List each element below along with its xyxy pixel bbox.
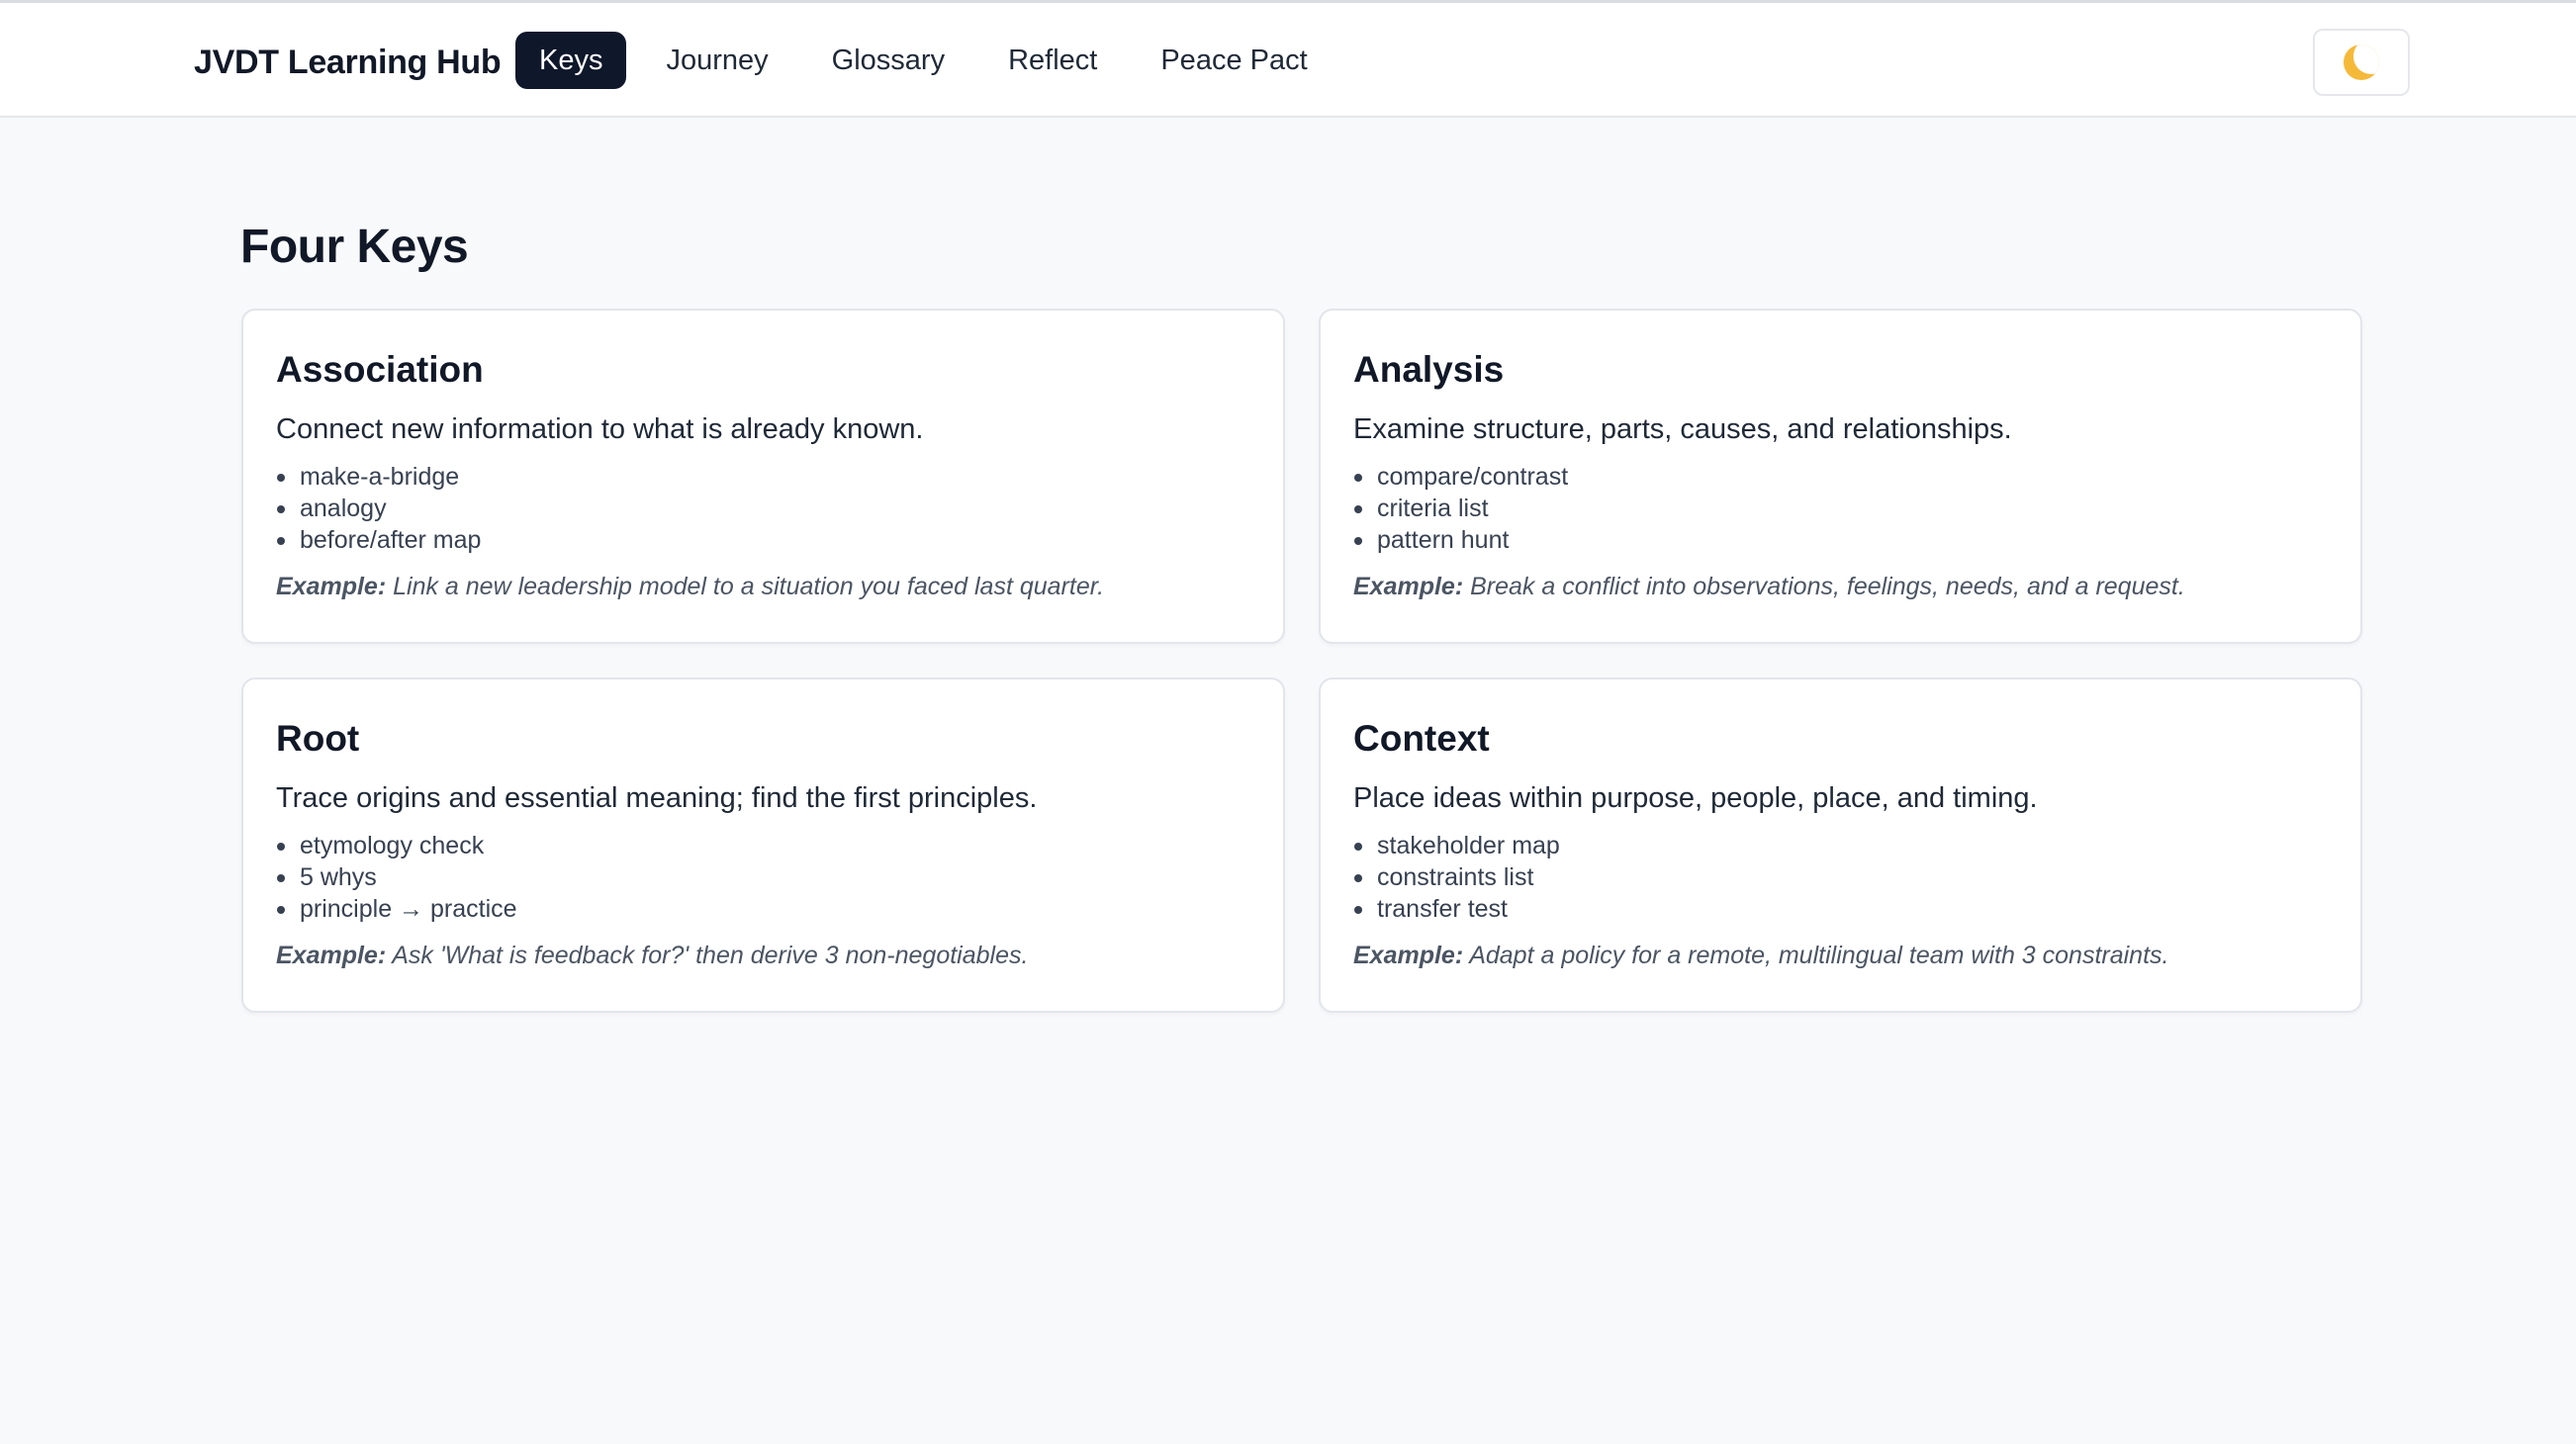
card-description: Connect new information to what is alrea… [276, 413, 924, 445]
nav-tab-reflect[interactable]: Reflect [984, 32, 1121, 89]
top-navigation-bar: JVDT Learning Hub Keys Journey Glossary … [0, 0, 2576, 118]
theme-toggle-button[interactable] [2313, 29, 2410, 96]
example-label: Example: [1353, 573, 1464, 600]
list-item: make-a-bridge [277, 461, 1250, 493]
key-card-root: Root Trace origins and essential meaning… [241, 677, 1285, 1013]
card-description: Examine structure, parts, causes, and re… [1353, 413, 2012, 445]
card-description: Trace origins and essential meaning; fin… [276, 782, 1038, 814]
list-item: principle → practice [277, 893, 1250, 925]
technique-list: make-a-bridge analogy before/after map [276, 461, 1250, 556]
list-item: analogy [277, 493, 1250, 524]
key-card-analysis: Analysis Examine structure, parts, cause… [1319, 309, 2362, 644]
moon-icon [2344, 45, 2379, 80]
keys-grid: Association Connect new information to w… [241, 309, 2362, 1013]
nav-tab-keys[interactable]: Keys [515, 32, 627, 89]
list-item: constraints list [1354, 861, 2328, 893]
example-text: Break a conflict into observations, feel… [1470, 573, 2185, 600]
list-item: before/after map [277, 524, 1250, 556]
page-title: Four Keys [240, 221, 469, 273]
key-card-association: Association Connect new information to w… [241, 309, 1285, 644]
list-item: criteria list [1354, 493, 2328, 524]
list-item: transfer test [1354, 893, 2328, 925]
list-item: 5 whys [277, 861, 1250, 893]
nav-tab-glossary[interactable]: Glossary [808, 32, 968, 89]
card-example: Example: Ask 'What is feedback for?' the… [276, 940, 1250, 971]
technique-list: etymology check 5 whys principle → pract… [276, 830, 1250, 925]
technique-list: stakeholder map constraints list transfe… [1353, 830, 2328, 925]
card-title: Root [276, 718, 360, 759]
main-nav: Keys Journey Glossary Reflect Peace Pact [515, 32, 1347, 89]
technique-list: compare/contrast criteria list pattern h… [1353, 461, 2328, 556]
card-example: Example: Link a new leadership model to … [276, 571, 1250, 602]
card-title: Analysis [1353, 349, 1505, 390]
example-text: Ask 'What is feedback for?' then derive … [392, 942, 1029, 969]
example-text: Adapt a policy for a remote, multilingua… [1469, 942, 2169, 969]
example-label: Example: [276, 942, 387, 969]
list-item: compare/contrast [1354, 461, 2328, 493]
list-item: etymology check [277, 830, 1250, 861]
example-label: Example: [276, 573, 387, 600]
brand-title[interactable]: JVDT Learning Hub [194, 41, 502, 84]
example-label: Example: [1353, 942, 1464, 969]
list-item: pattern hunt [1354, 524, 2328, 556]
card-title: Context [1353, 718, 1490, 759]
nav-tab-journey[interactable]: Journey [642, 32, 791, 89]
card-title: Association [276, 349, 484, 390]
list-item: stakeholder map [1354, 830, 2328, 861]
card-description: Place ideas within purpose, people, plac… [1353, 782, 2038, 814]
example-text: Link a new leadership model to a situati… [393, 573, 1105, 600]
nav-tab-peace-pact[interactable]: Peace Pact [1137, 32, 1331, 89]
card-example: Example: Adapt a policy for a remote, mu… [1353, 940, 2328, 971]
key-card-context: Context Place ideas within purpose, peop… [1319, 677, 2362, 1013]
card-example: Example: Break a conflict into observati… [1353, 571, 2328, 602]
